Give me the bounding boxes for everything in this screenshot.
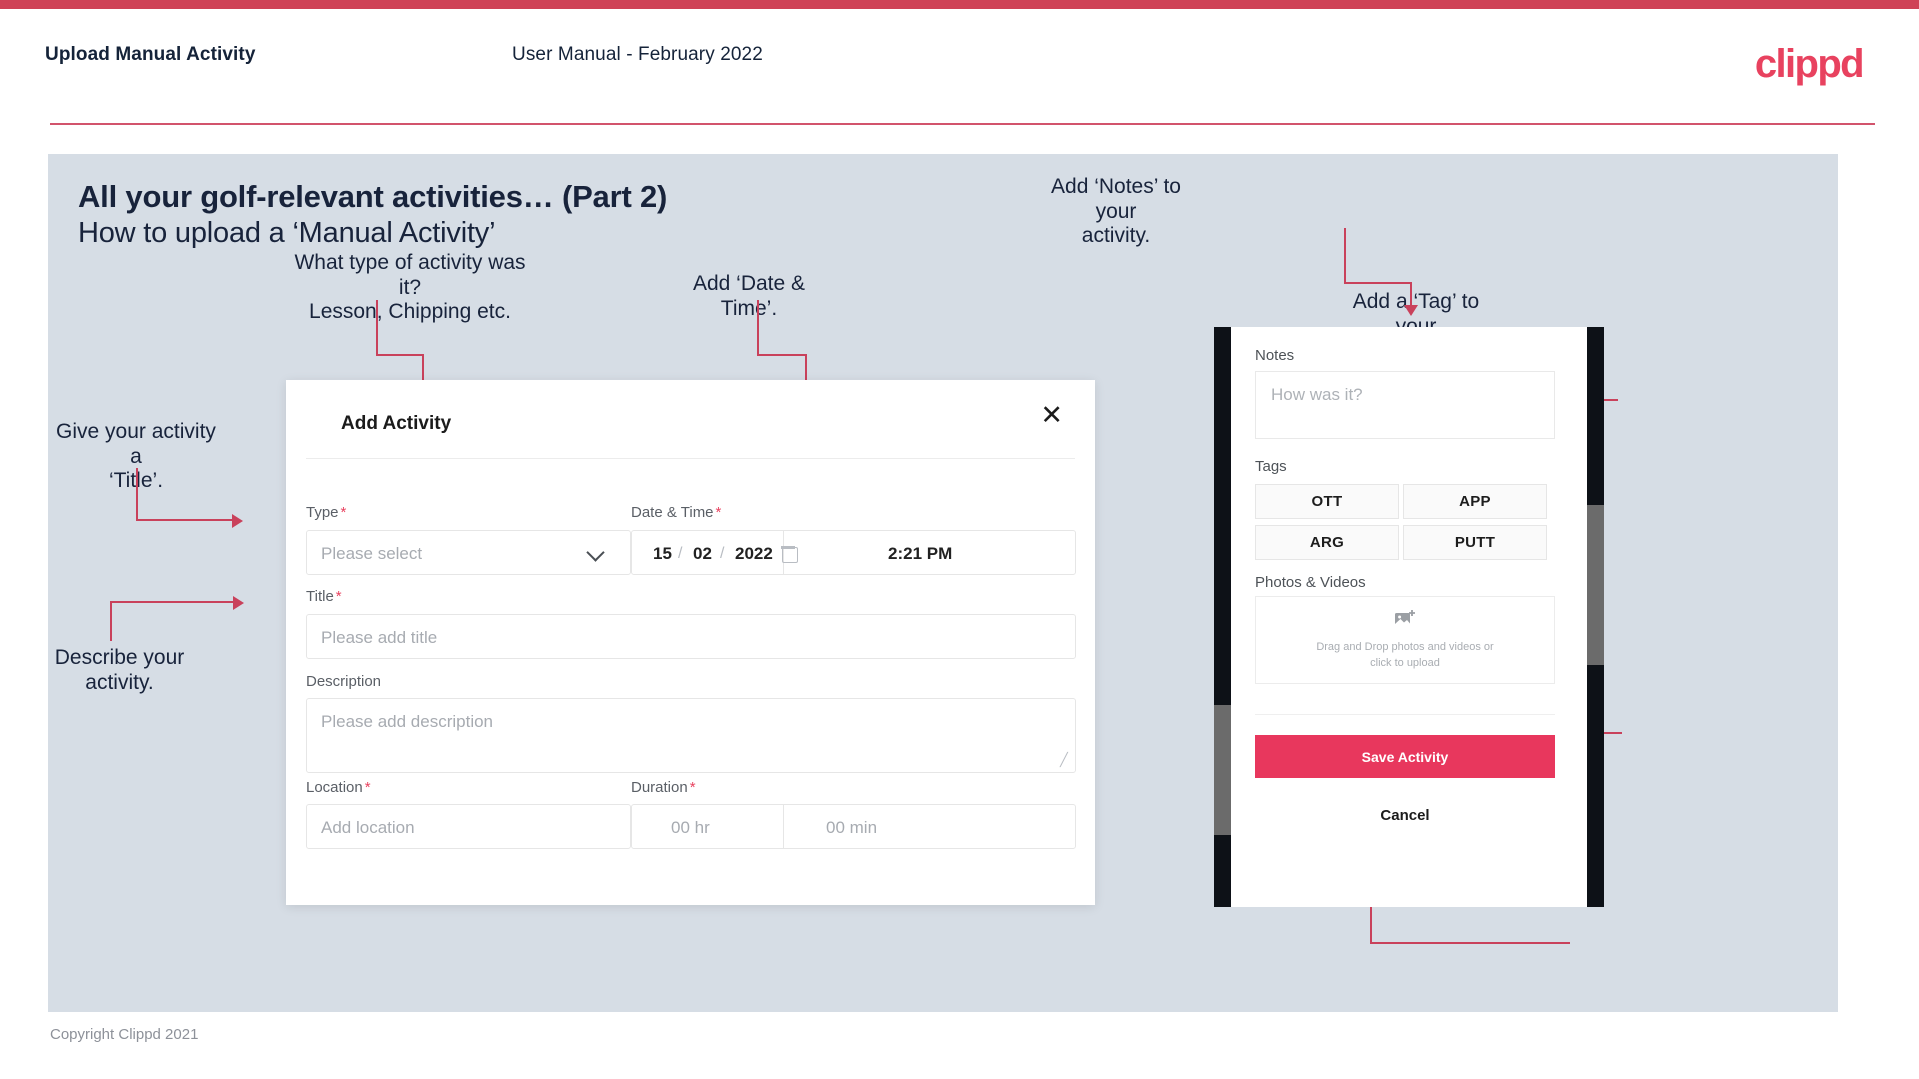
- date-year[interactable]: 2022: [735, 544, 773, 564]
- phone-bezel-right-bottom: [1587, 665, 1604, 907]
- arrow-title-seg1: [136, 468, 138, 521]
- description-textarea[interactable]: [306, 698, 1076, 773]
- annotation-notes: Add ‘Notes’ to your activity.: [1051, 175, 1181, 248]
- annotation-type: What type of activity was it? Lesson, Ch…: [294, 251, 526, 324]
- type-label-text: Type: [306, 504, 339, 521]
- datetime-label: Date & Time *: [631, 504, 721, 521]
- title-placeholder: Please add title: [321, 628, 438, 647]
- arrow-title-head: [232, 514, 243, 528]
- photo-dropzone[interactable]: Drag and Drop photos and videos or click…: [1255, 596, 1555, 684]
- datetime-label-text: Date & Time: [631, 504, 714, 521]
- tag-option-app[interactable]: APP: [1403, 484, 1547, 519]
- duration-label-text: Duration: [631, 779, 688, 796]
- arrow-type-seg1: [376, 300, 378, 354]
- notes-textarea[interactable]: [1255, 371, 1555, 439]
- arrow-title-seg2: [136, 519, 234, 521]
- clippd-logo: clippd: [1754, 42, 1865, 86]
- notes-placeholder: How was it?: [1271, 385, 1363, 404]
- duration-separator: [783, 805, 784, 848]
- dialog-title: Add Activity: [341, 413, 452, 434]
- arrow-notes-seg3: [1410, 282, 1412, 307]
- arrow-description-head: [233, 596, 244, 610]
- tag-option-putt[interactable]: PUTT: [1403, 525, 1547, 560]
- dialog-divider: [306, 458, 1075, 459]
- location-placeholder: Add location: [321, 818, 415, 837]
- description-label: Description: [306, 673, 383, 690]
- phone-bezel-right-mid: [1587, 505, 1604, 665]
- type-placeholder: Please select: [321, 544, 423, 563]
- title-label-text: Title: [306, 588, 334, 605]
- tag-option-ott[interactable]: OTT: [1255, 484, 1399, 519]
- date-day[interactable]: 15: [653, 544, 672, 564]
- phone-mockup: Notes How was it? Tags OTT APP ARG PUTT …: [1214, 327, 1604, 907]
- time-value[interactable]: 2:21 PM: [888, 544, 952, 564]
- date-month[interactable]: 02: [693, 544, 712, 564]
- location-required-marker: *: [364, 779, 371, 796]
- arrow-datetime-seg2: [757, 354, 807, 356]
- arrow-datetime-seg1: [757, 300, 759, 354]
- dropzone-line-2: click to upload: [1370, 656, 1440, 669]
- type-label: Type *: [306, 504, 346, 521]
- type-required-marker: *: [340, 504, 347, 521]
- duration-required-marker: *: [689, 779, 696, 796]
- title-label: Title *: [306, 588, 342, 605]
- phone-bezel-left-bottom: [1214, 835, 1231, 907]
- resize-handle-icon[interactable]: ╱: [1060, 752, 1068, 768]
- photos-label: Photos & Videos: [1255, 574, 1366, 591]
- phone-bezel-left-mid: [1214, 705, 1231, 835]
- close-icon[interactable]: ✕: [1040, 402, 1063, 429]
- dropzone-line-1: Drag and Drop photos and videos or: [1316, 640, 1494, 653]
- phone-bezel-right-top: [1587, 327, 1604, 505]
- calendar-icon[interactable]: [781, 546, 798, 563]
- duration-hours[interactable]: 00 hr: [671, 818, 710, 838]
- arrow-description-seg2: [110, 601, 235, 603]
- location-label-text: Location: [306, 779, 363, 796]
- annotation-description: Describe your activity.: [54, 646, 185, 694]
- notes-label: Notes: [1255, 347, 1295, 364]
- arrow-save-seg1: [1370, 942, 1570, 944]
- cancel-button[interactable]: Cancel: [1255, 807, 1555, 824]
- title-required-marker: *: [335, 588, 342, 605]
- location-label: Location *: [306, 779, 371, 796]
- header-divider: [50, 123, 1875, 125]
- datetime-required-marker: *: [715, 504, 722, 521]
- arrow-notes-seg1: [1344, 228, 1346, 284]
- duration-minutes[interactable]: 00 min: [826, 818, 877, 838]
- arrow-type-seg2: [376, 354, 424, 356]
- tags-label: Tags: [1255, 458, 1287, 475]
- header-subtitle: User Manual - February 2022: [512, 44, 763, 65]
- annotation-datetime: Add ‘Date & Time’.: [692, 272, 806, 320]
- date-sep-1: /: [678, 545, 683, 562]
- arrow-notes-seg2: [1344, 282, 1412, 284]
- add-activity-dialog: Add Activity ✕ Type * Please select Date …: [286, 380, 1095, 905]
- phone-divider: [1255, 714, 1555, 715]
- add-image-icon: [1394, 609, 1416, 634]
- description-placeholder: Please add description: [321, 712, 494, 731]
- phone-bezel-left-top: [1214, 327, 1231, 705]
- arrow-notes-head: [1404, 305, 1418, 316]
- tag-option-arg[interactable]: ARG: [1255, 525, 1399, 560]
- footer-copyright: Copyright Clippd 2021: [50, 1026, 199, 1043]
- date-sep-2: /: [720, 545, 725, 562]
- page-title: Upload Manual Activity: [45, 44, 256, 65]
- description-label-text: Description: [306, 673, 382, 690]
- top-accent-stripe: [0, 0, 1919, 9]
- slide-subheading: How to upload a ‘Manual Activity’: [78, 217, 496, 249]
- phone-screen: Notes How was it? Tags OTT APP ARG PUTT …: [1231, 327, 1587, 907]
- duration-label: Duration *: [631, 779, 696, 796]
- save-activity-button[interactable]: Save Activity: [1255, 735, 1555, 778]
- slide-heading: All your golf-relevant activities… (Part…: [78, 179, 668, 214]
- arrow-description-seg1: [110, 601, 112, 641]
